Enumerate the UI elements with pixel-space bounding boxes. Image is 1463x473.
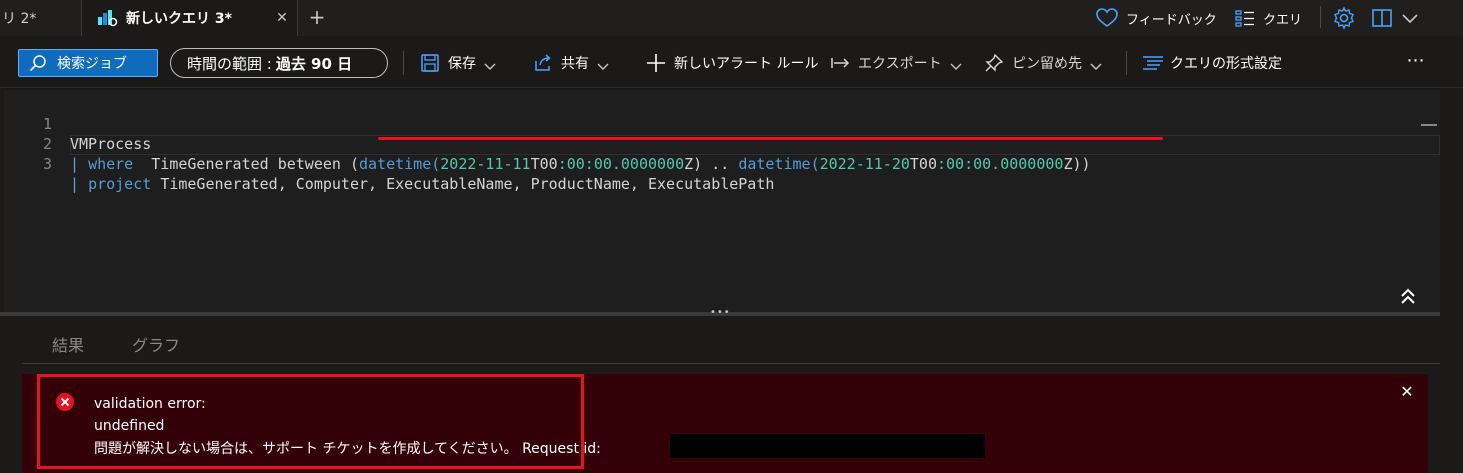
collapse-editor-icon[interactable] — [1397, 286, 1419, 308]
share-button[interactable]: 共有 — [533, 38, 609, 88]
tab-previous-query[interactable]: リ 2* — [0, 0, 82, 36]
tab-label: リ 2* — [2, 11, 37, 27]
code-text: VMProcess — [70, 135, 152, 153]
export-button[interactable]: エクスポート — [830, 38, 962, 88]
feedback-label: フィードバック — [1126, 12, 1217, 28]
tab-results[interactable]: 結果 — [52, 332, 84, 356]
close-icon[interactable]: ✕ — [273, 9, 291, 27]
code-text: | where TimeGenerated between (datetime(… — [70, 155, 1091, 173]
gear-icon[interactable] — [1332, 6, 1356, 30]
pin-to-label: ピン留め先 — [1012, 56, 1082, 72]
search-jobs-button[interactable]: 検索ジョブ — [18, 49, 158, 77]
tab-new-query-3[interactable]: 新しいクエリ 3* ✕ — [82, 0, 298, 36]
query-editor[interactable]: 1 VMProcess 2 | where TimeGenerated betw… — [4, 90, 1440, 312]
more-options-icon[interactable]: ⋯ — [1403, 50, 1429, 76]
overview-ruler-mark — [1421, 124, 1437, 126]
new-alert-rule-label: 新しいアラート ルール — [674, 56, 819, 72]
query-toolbar: 検索ジョブ 時間の範囲 : 過去 90 日 保存 共有 新しいアラート ルール … — [0, 38, 1463, 88]
drag-handle-icon[interactable]: ••• — [710, 308, 730, 318]
new-alert-rule-button[interactable]: 新しいアラート ルール — [646, 38, 818, 88]
time-range-label: 時間の範囲 : — [187, 54, 272, 73]
share-label: 共有 — [561, 56, 589, 72]
format-query-label: クエリの形式設定 — [1170, 56, 1282, 72]
format-lines-icon — [1142, 53, 1163, 73]
tab-bar: リ 2* 新しいクエリ 3* ✕ + フィードバック クエリ — [0, 0, 1463, 36]
save-label: 保存 — [448, 56, 476, 72]
chevron-down-icon — [597, 59, 609, 70]
code-text: | project TimeGenerated, Computer, Execu… — [70, 175, 775, 193]
code-line-1: 1 VMProcess — [4, 94, 151, 153]
feedback-button[interactable]: フィードバック — [1096, 0, 1217, 36]
log-analytics-icon — [96, 9, 118, 27]
chevron-down-icon — [1090, 59, 1102, 70]
format-query-button[interactable]: クエリの形式設定 — [1142, 38, 1282, 88]
divider — [403, 51, 404, 75]
export-label: エクスポート — [858, 56, 942, 72]
chevron-down-icon — [950, 59, 962, 70]
chevron-down-icon[interactable] — [1398, 6, 1422, 30]
tab-chart[interactable]: グラフ — [132, 332, 180, 356]
annotation-underline — [378, 137, 1163, 140]
code-line-3: 3 | project TimeGenerated, Computer, Exe… — [4, 134, 774, 193]
save-button[interactable]: 保存 — [420, 38, 496, 88]
search-icon — [29, 54, 47, 72]
line-number: 3 — [42, 155, 52, 173]
request-id-value-redacted — [670, 434, 985, 458]
close-icon[interactable]: ✕ — [1397, 382, 1417, 402]
export-arrow-icon — [830, 53, 850, 73]
query-list-icon — [1235, 9, 1255, 27]
results-tabs: 結果 グラフ — [22, 318, 1440, 364]
queries-label: クエリ — [1263, 12, 1303, 28]
divider — [1126, 51, 1127, 75]
share-icon — [533, 53, 553, 73]
time-range-picker[interactable]: 時間の範囲 : 過去 90 日 — [170, 48, 388, 78]
divider — [1320, 6, 1321, 28]
save-icon — [420, 53, 440, 73]
plus-icon — [646, 53, 666, 73]
chevron-down-icon — [484, 59, 496, 70]
search-jobs-label: 検索ジョブ — [57, 56, 127, 72]
editor-scrollbar[interactable] — [1440, 90, 1463, 312]
queries-button[interactable]: クエリ — [1235, 0, 1302, 36]
heart-icon — [1096, 8, 1118, 28]
code-line-2: 2 | where TimeGenerated between (datetim… — [4, 114, 1091, 173]
add-tab-icon[interactable]: + — [304, 5, 330, 31]
pin-icon — [984, 53, 1004, 73]
tab-label: 新しいクエリ 3* — [126, 11, 232, 27]
book-icon[interactable] — [1370, 6, 1394, 30]
pin-to-button[interactable]: ピン留め先 — [984, 38, 1102, 88]
annotation-highlight-box — [37, 374, 584, 469]
time-range-value: 過去 90 日 — [275, 54, 353, 73]
